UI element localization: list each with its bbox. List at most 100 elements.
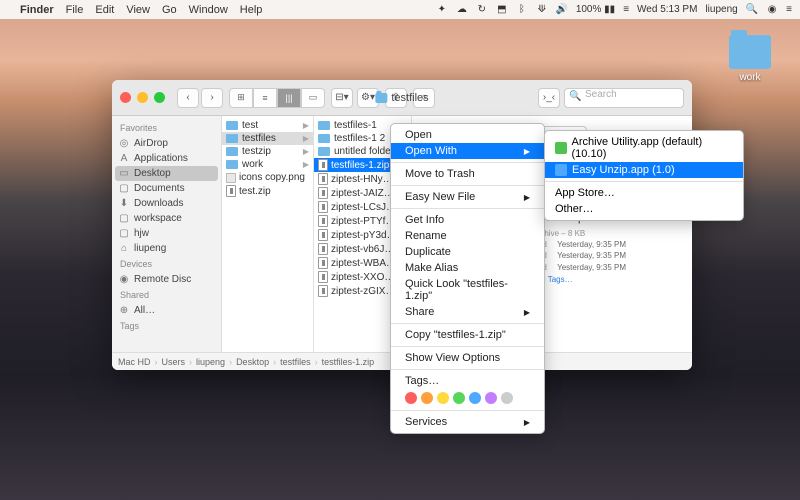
tag-purple[interactable]	[485, 392, 497, 404]
spotlight-icon[interactable]: 🔍	[746, 4, 758, 15]
sidebar-item-desktop[interactable]: ▭Desktop	[115, 166, 218, 181]
menu-item-quick-look[interactable]: Quick Look "testfiles-1.zip"	[391, 276, 544, 304]
zip-icon	[318, 285, 328, 297]
notification-center-icon[interactable]: ≡	[786, 4, 792, 15]
sidebar-item-applications[interactable]: AApplications	[112, 151, 221, 166]
tag-orange[interactable]	[421, 392, 433, 404]
path-toggle-button[interactable]: ›_‹	[538, 88, 560, 108]
tag-green[interactable]	[453, 392, 465, 404]
menu-item-easy-new-file[interactable]: Easy New File▶	[391, 189, 544, 205]
submenu-arrow-icon: ▶	[524, 193, 530, 202]
list-item[interactable]: testfiles▶	[222, 132, 313, 145]
evernote-icon[interactable]: ✦	[436, 4, 448, 16]
menu-item-get-info[interactable]: Get Info	[391, 212, 544, 228]
app-name[interactable]: Finder	[20, 4, 54, 16]
user-menu[interactable]: liupeng	[705, 4, 737, 15]
close-button[interactable]	[120, 92, 131, 103]
menu-item-copy[interactable]: Copy "testfiles-1.zip"	[391, 327, 544, 343]
menu-view[interactable]: View	[126, 4, 150, 16]
tag-dots	[391, 389, 544, 407]
network-icon: ⊕	[118, 305, 130, 316]
sidebar-item-airdrop[interactable]: ◎AirDrop	[112, 136, 221, 151]
menu-edit[interactable]: Edit	[95, 4, 114, 16]
siri-icon[interactable]: ◉	[766, 4, 778, 16]
zip-icon	[318, 159, 328, 171]
flag-icon[interactable]: ≡	[623, 4, 629, 15]
wifi-icon[interactable]: ⟱	[536, 4, 548, 16]
column-view-button[interactable]: |||	[277, 88, 301, 108]
list-item[interactable]: test.zip	[222, 184, 313, 198]
minimize-button[interactable]	[137, 92, 148, 103]
tag-gray[interactable]	[501, 392, 513, 404]
menu-item-rename[interactable]: Rename	[391, 228, 544, 244]
folder-icon: ▢	[118, 228, 130, 239]
folder-icon	[226, 147, 238, 156]
menu-item-duplicate[interactable]: Duplicate	[391, 244, 544, 260]
desktop-folder-work[interactable]: work	[725, 35, 775, 83]
zip-icon	[226, 185, 236, 197]
icon-view-button[interactable]: ⊞	[229, 88, 253, 108]
menu-item-open[interactable]: Open	[391, 127, 544, 143]
menu-item-move-to-trash[interactable]: Move to Trash	[391, 166, 544, 182]
wechat-icon[interactable]: ☁	[456, 4, 468, 16]
path-segment[interactable]: testfiles-1.zip	[322, 357, 375, 367]
folder-icon	[729, 35, 771, 69]
zip-icon	[318, 187, 328, 199]
tag-red[interactable]	[405, 392, 417, 404]
folder-icon	[318, 147, 330, 156]
list-item[interactable]: test▶	[222, 119, 313, 132]
menu-item-share[interactable]: Share▶	[391, 304, 544, 320]
arrange-button[interactable]: ⊟▾	[331, 88, 353, 108]
submenu-item-other[interactable]: Other…	[545, 201, 743, 217]
menu-window[interactable]: Window	[189, 4, 228, 16]
status-tray: ✦ ☁ ↻ ⬒ ᛒ ⟱ 🔊 100% ▮▮ ≡ Wed 5:13 PM liup…	[436, 4, 800, 16]
menu-item-make-alias[interactable]: Make Alias	[391, 260, 544, 276]
menu-file[interactable]: File	[66, 4, 84, 16]
sync-icon[interactable]: ↻	[476, 4, 488, 16]
menu-item-open-with[interactable]: Open With▶	[391, 143, 544, 159]
menu-go[interactable]: Go	[162, 4, 177, 16]
search-input[interactable]: Search	[564, 88, 684, 108]
submenu-item-archive-utility[interactable]: Archive Utility.app (default) (10.10)	[545, 134, 743, 162]
sidebar-item-liupeng[interactable]: ⌂liupeng	[112, 241, 221, 256]
sidebar-item-all-shared[interactable]: ⊕All…	[112, 303, 221, 318]
tag-yellow[interactable]	[437, 392, 449, 404]
submenu-arrow-icon: ▶	[524, 418, 530, 427]
sidebar-item-documents[interactable]: ▢Documents	[112, 181, 221, 196]
battery-status[interactable]: 100% ▮▮	[576, 4, 615, 15]
dropbox-icon[interactable]: ⬒	[496, 4, 508, 16]
list-item[interactable]: work▶	[222, 158, 313, 171]
gallery-view-button[interactable]: ▭	[301, 88, 325, 108]
path-segment[interactable]: testfiles	[280, 357, 311, 367]
sidebar-item-remote-disc[interactable]: ◉Remote Disc	[112, 272, 221, 287]
list-item[interactable]: testzip▶	[222, 145, 313, 158]
path-segment[interactable]: liupeng	[196, 357, 225, 367]
archive-utility-icon	[555, 142, 567, 154]
path-segment[interactable]: Mac HD	[118, 357, 151, 367]
applications-icon: A	[118, 153, 130, 164]
bluetooth-icon[interactable]: ᛒ	[516, 4, 528, 16]
path-segment[interactable]: Desktop	[236, 357, 269, 367]
submenu-item-easy-unzip[interactable]: Easy Unzip.app (1.0)	[545, 162, 743, 178]
sidebar-item-workspace[interactable]: ▢workspace	[112, 211, 221, 226]
list-item[interactable]: icons copy.png	[222, 171, 313, 184]
path-segment[interactable]: Users	[162, 357, 186, 367]
back-button[interactable]: ‹	[177, 88, 199, 108]
clock[interactable]: Wed 5:13 PM	[637, 4, 697, 15]
downloads-icon: ⬇	[118, 198, 130, 209]
zip-icon	[318, 243, 328, 255]
menu-help[interactable]: Help	[240, 4, 263, 16]
volume-icon[interactable]: 🔊	[556, 4, 568, 16]
forward-button[interactable]: ›	[201, 88, 223, 108]
sidebar-item-downloads[interactable]: ⬇Downloads	[112, 196, 221, 211]
menu-item-tags[interactable]: Tags…	[391, 373, 544, 389]
submenu-item-app-store[interactable]: App Store…	[545, 185, 743, 201]
tag-blue[interactable]	[469, 392, 481, 404]
menubar: Finder File Edit View Go Window Help ✦ ☁…	[0, 0, 800, 19]
image-icon	[226, 173, 236, 183]
menu-item-services[interactable]: Services▶	[391, 414, 544, 430]
menu-item-show-view-options[interactable]: Show View Options	[391, 350, 544, 366]
zoom-button[interactable]	[154, 92, 165, 103]
list-view-button[interactable]: ≡	[253, 88, 277, 108]
sidebar-item-hjw[interactable]: ▢hjw	[112, 226, 221, 241]
